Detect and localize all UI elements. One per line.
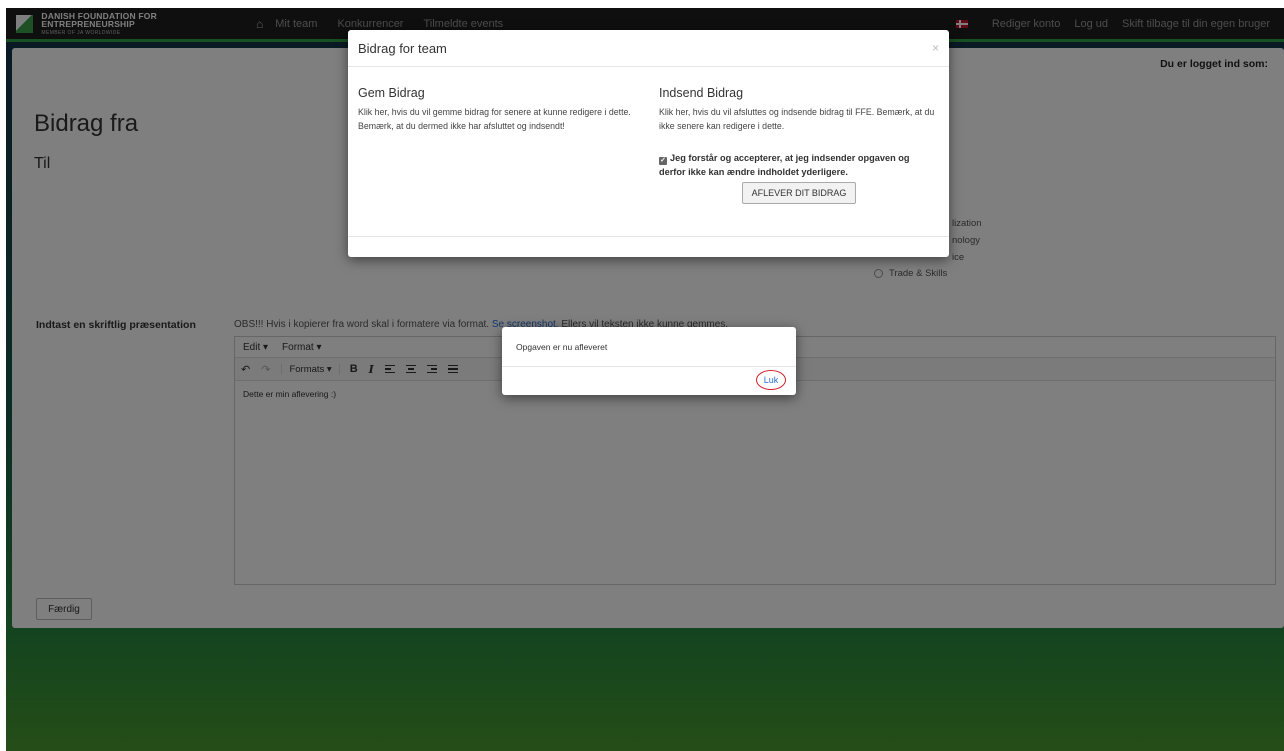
save-description: Klik her, hvis du vil gemme bidrag for s…	[358, 107, 631, 131]
modal-title: Bidrag for team	[358, 40, 447, 56]
submit-contribution-button[interactable]: AFLEVER DIT BIDRAG	[742, 182, 856, 204]
accept-checkbox[interactable]: ✓	[659, 157, 667, 165]
save-heading: Gem Bidrag	[358, 86, 425, 100]
accept-terms[interactable]: ✓ Jeg forstår og accepterer, at jeg indse…	[659, 151, 934, 180]
modal-footer-divider	[348, 236, 949, 237]
close-icon[interactable]: ×	[932, 41, 939, 55]
confirmation-dialog: Opgaven er nu afleveret Luk	[502, 327, 796, 395]
submit-section: Indsend Bidrag Klik her, hvis du vil afs…	[659, 86, 944, 133]
save-section[interactable]: Gem Bidrag Klik her, hvis du vil gemme b…	[358, 86, 643, 133]
close-button[interactable]: Luk	[756, 370, 786, 390]
confirmation-message: Opgaven er nu afleveret	[502, 327, 796, 367]
submit-heading: Indsend Bidrag	[659, 86, 744, 100]
submit-contribution-modal: Bidrag for team × Gem Bidrag Klik her, h…	[348, 30, 949, 257]
accept-checkbox-label: Jeg forstår og accepterer, at jeg indsen…	[659, 153, 910, 178]
browser-viewport: DANISH FOUNDATION FOR ENTREPRENEURSHIP M…	[6, 8, 1284, 751]
submit-description: Klik her, hvis du vil afsluttes og indse…	[659, 107, 935, 131]
modal-header: Bidrag for team ×	[348, 30, 949, 67]
